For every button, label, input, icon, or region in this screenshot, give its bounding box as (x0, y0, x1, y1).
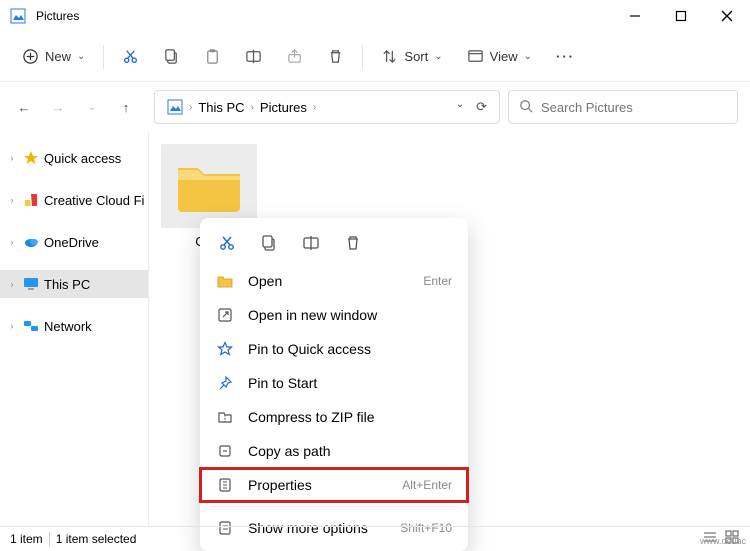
onedrive-icon (22, 234, 40, 250)
chevron-down-icon: ⌄ (77, 51, 85, 62)
ctx-properties[interactable]: Properties Alt+Enter (200, 468, 468, 502)
breadcrumb-current[interactable]: Pictures (254, 100, 313, 115)
forward-button[interactable]: → (46, 95, 70, 119)
expand-icon[interactable]: › (6, 279, 18, 289)
expand-icon[interactable]: › (6, 321, 18, 331)
watermark: www.deuac (700, 536, 746, 546)
creative-cloud-icon (22, 192, 40, 208)
context-menu: Open Enter Open in new window Pin to Qui… (200, 218, 468, 551)
sidebar-label: Network (44, 319, 92, 334)
navigation-pane: › Quick access › Creative Cloud Fi › One… (0, 132, 148, 526)
network-icon (22, 318, 40, 334)
status-selected-count: 1 item selected (56, 532, 137, 546)
maximize-button[interactable] (658, 0, 704, 32)
expand-icon[interactable]: › (6, 195, 18, 205)
chevron-down-icon: ⌄ (524, 51, 532, 62)
zip-icon (216, 409, 234, 425)
command-toolbar: New ⌄ Sort ⌄ View ⌄ ··· (0, 32, 750, 82)
ctx-label: Compress to ZIP file (248, 409, 452, 425)
new-button[interactable]: New ⌄ (12, 39, 95, 75)
title-bar: Pictures (0, 0, 750, 32)
ctx-label: Open in new window (248, 307, 452, 323)
expand-icon[interactable]: › (6, 237, 18, 247)
sidebar-label: This PC (44, 277, 90, 292)
breadcrumb-root[interactable]: This PC (192, 100, 250, 115)
close-button[interactable] (704, 0, 750, 32)
new-window-icon (216, 307, 234, 323)
new-label: New (45, 49, 71, 64)
pictures-icon (161, 99, 189, 115)
star-icon (22, 150, 40, 166)
ctx-label: Open (248, 273, 409, 289)
ctx-pin-quick-access[interactable]: Pin to Quick access (200, 332, 468, 366)
ctx-label: Pin to Start (248, 375, 452, 391)
status-bar: 1 item 1 item selected (0, 526, 750, 550)
share-button[interactable] (276, 39, 313, 75)
ctx-compress-zip[interactable]: Compress to ZIP file (200, 400, 468, 434)
ctx-rename-button[interactable] (300, 232, 322, 254)
view-label: View (490, 49, 518, 64)
ctx-delete-button[interactable] (342, 232, 364, 254)
sidebar-label: Quick access (44, 151, 121, 166)
ctx-label: Copy as path (248, 443, 452, 459)
monitor-icon (22, 276, 40, 292)
refresh-button[interactable]: ⟳ (476, 99, 487, 115)
up-button[interactable]: ↑ (114, 95, 138, 119)
ctx-label: Properties (248, 477, 388, 493)
more-button[interactable]: ··· (546, 39, 585, 75)
sidebar-label: Creative Cloud Fi (44, 193, 144, 208)
ctx-open[interactable]: Open Enter (200, 264, 468, 298)
pictures-app-icon (10, 8, 26, 24)
navigation-row: ← → ⌄ ↑ › This PC › Pictures › ⌄ ⟳ (0, 82, 750, 132)
separator (103, 45, 104, 69)
ctx-label: Pin to Quick access (248, 341, 452, 357)
search-input[interactable] (541, 100, 727, 115)
pin-icon (216, 375, 234, 391)
folder-icon (161, 144, 257, 228)
window-title: Pictures (36, 9, 79, 23)
ctx-open-new-window[interactable]: Open in new window (200, 298, 468, 332)
ctx-pin-start[interactable]: Pin to Start (200, 366, 468, 400)
sidebar-label: OneDrive (44, 235, 99, 250)
ctx-separator (210, 506, 458, 507)
star-icon (216, 341, 234, 357)
sidebar-item-quick-access[interactable]: › Quick access (0, 144, 148, 172)
ctx-hint: Enter (423, 274, 452, 288)
sort-label: Sort (404, 49, 428, 64)
sidebar-item-this-pc[interactable]: › This PC (0, 270, 148, 298)
address-dropdown[interactable]: ⌄ (456, 99, 464, 115)
sidebar-item-network[interactable]: › Network (0, 312, 148, 340)
separator (49, 532, 50, 546)
sidebar-item-onedrive[interactable]: › OneDrive (0, 228, 148, 256)
recent-chevron[interactable]: ⌄ (80, 95, 104, 119)
cut-button[interactable] (112, 39, 149, 75)
chevron-down-icon: ⌄ (434, 51, 442, 62)
copy-button[interactable] (153, 39, 190, 75)
back-button[interactable]: ← (12, 95, 36, 119)
ctx-hint: Alt+Enter (402, 478, 452, 492)
status-item-count: 1 item (10, 532, 43, 546)
delete-button[interactable] (317, 39, 354, 75)
open-icon (216, 273, 234, 289)
rename-button[interactable] (235, 39, 272, 75)
ctx-cut-button[interactable] (216, 232, 238, 254)
ctx-copy-path[interactable]: Copy as path (200, 434, 468, 468)
search-icon (519, 99, 533, 116)
view-button[interactable]: View ⌄ (457, 39, 542, 75)
sort-button[interactable]: Sort ⌄ (371, 39, 452, 75)
ctx-copy-button[interactable] (258, 232, 280, 254)
breadcrumb-sep: › (313, 102, 316, 113)
minimize-button[interactable] (612, 0, 658, 32)
expand-icon[interactable]: › (6, 153, 18, 163)
properties-icon (216, 477, 234, 493)
separator (362, 45, 363, 69)
sidebar-item-creative-cloud[interactable]: › Creative Cloud Fi (0, 186, 148, 214)
paste-button[interactable] (194, 39, 231, 75)
copy-path-icon (216, 443, 234, 459)
address-bar[interactable]: › This PC › Pictures › ⌄ ⟳ (154, 90, 500, 124)
search-box[interactable] (508, 90, 738, 124)
